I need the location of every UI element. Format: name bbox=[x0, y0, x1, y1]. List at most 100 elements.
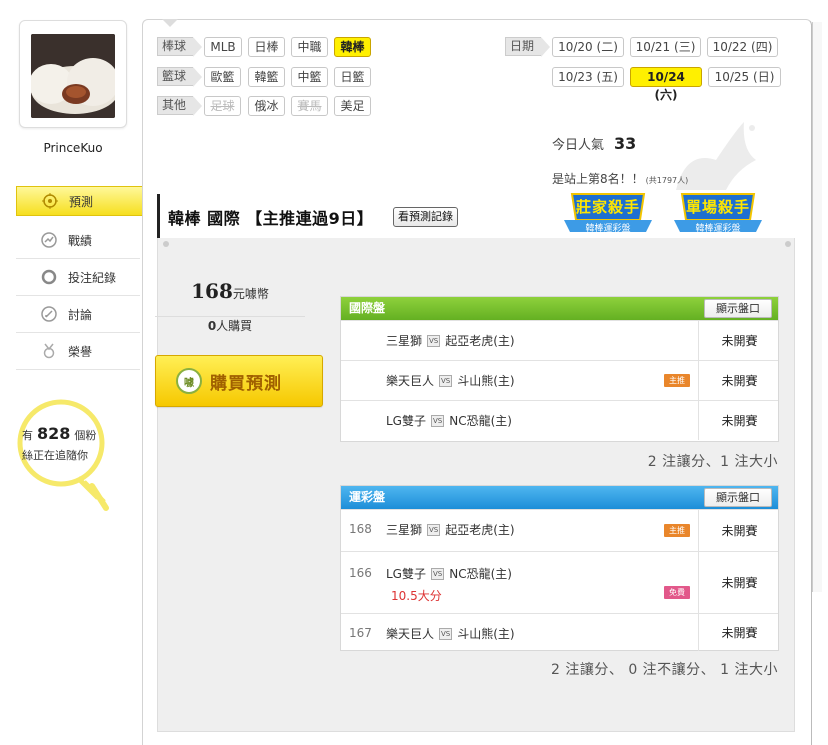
popularity: 今日人氣 33 bbox=[552, 134, 637, 153]
sidebar-item-honor[interactable]: 榮譽 bbox=[16, 333, 140, 370]
league-chip-japan-basketball[interactable]: 日籃 bbox=[334, 67, 371, 87]
vs-icon: VS bbox=[431, 567, 445, 580]
game-number: 166 bbox=[349, 566, 372, 580]
match-status: 未開賽 bbox=[698, 401, 780, 440]
intl-summary: 2 注讓分、1 注大小 bbox=[647, 454, 778, 470]
bun-photo-icon bbox=[31, 34, 115, 118]
frame-notch bbox=[162, 19, 178, 27]
badge-single-killer: 單場殺手 韓棒運彩盤 bbox=[672, 190, 764, 240]
sidebar-item-label: 榮譽 bbox=[68, 344, 93, 359]
date-chip-1023[interactable]: 10/23 (五) bbox=[552, 67, 624, 87]
sidebar-item-bets[interactable]: 投注紀錄 bbox=[16, 259, 140, 296]
followers-text: 絲正在追隨你 bbox=[22, 449, 88, 462]
username[interactable]: PrinceKuo bbox=[19, 141, 127, 155]
table-row: 167 樂天巨人 VS 斗山熊(主) 未開賽 bbox=[341, 613, 778, 651]
game-number: 168 bbox=[349, 522, 372, 536]
sidebar-item-predict[interactable]: 預測 bbox=[16, 186, 156, 216]
match: LG雙子 VS NC恐龍(主) bbox=[386, 414, 512, 428]
coin-icon: 噱 bbox=[176, 368, 202, 394]
table-row: LG雙子 VS NC恐龍(主) 未開賽 bbox=[341, 400, 778, 440]
panel-title: 韓棒 國際 【主推連過9日】 bbox=[168, 209, 374, 228]
match: LG雙子 VS NC恐龍(主) bbox=[386, 567, 512, 581]
table-row: 樂天巨人 VS 斗山熊(主) 主推 未開賽 bbox=[341, 360, 778, 400]
show-odds-button[interactable]: 顯示盤口 bbox=[704, 299, 772, 318]
category-label-basketball: 籃球 bbox=[157, 67, 202, 87]
chat-icon bbox=[41, 306, 57, 322]
badge-sub: 韓棒運彩盤 bbox=[695, 224, 741, 234]
followers-count: 有 828 個粉 bbox=[22, 424, 97, 443]
league-chip-kbo[interactable]: 韓棒 bbox=[334, 37, 371, 57]
date-chip-1022[interactable]: 10/22 (四) bbox=[707, 37, 778, 57]
match: 樂天巨人 VS 斗山熊(主) bbox=[386, 374, 515, 388]
badge-bookie-killer: 莊家殺手 韓棒運彩盤 bbox=[562, 190, 654, 240]
table-row: 166 LG雙子 VS NC恐龍(主) 10.5大分 免費 未開賽 bbox=[341, 551, 778, 613]
sidebar-item-record[interactable]: 戰績 bbox=[16, 222, 140, 259]
panel-corner-dot bbox=[163, 241, 169, 247]
buy-button-label: 購買預測 bbox=[210, 373, 282, 394]
badge-sub: 韓棒運彩盤 bbox=[585, 224, 631, 234]
date-chip-1024[interactable]: 10/24 (六) bbox=[630, 67, 702, 102]
intl-odds-header: 國際盤 顯示盤口 bbox=[341, 297, 778, 320]
category-label-baseball: 棒球 bbox=[157, 37, 202, 57]
match-status: 未開賽 bbox=[698, 552, 780, 613]
date-label: 日期 bbox=[505, 37, 550, 57]
target-icon bbox=[42, 193, 58, 209]
main-pick-tag: 主推 bbox=[664, 524, 690, 537]
pick-note: 10.5大分 bbox=[391, 589, 442, 603]
match-status: 未開賽 bbox=[698, 510, 780, 551]
league-chip-euro-basketball[interactable]: 歐籃 bbox=[204, 67, 241, 87]
match: 樂天巨人 VS 斗山熊(主) bbox=[386, 627, 515, 641]
match-status: 未開賽 bbox=[698, 614, 780, 651]
category-label-other: 其他 bbox=[157, 96, 202, 116]
game-number: 167 bbox=[349, 626, 372, 640]
badge-main: 莊家殺手 bbox=[575, 198, 640, 216]
sport-odds-title: 運彩盤 bbox=[349, 490, 386, 504]
sidebar-item-label: 投注紀錄 bbox=[68, 270, 117, 285]
chart-icon bbox=[41, 232, 57, 248]
table-row: 三星獅 VS 起亞老虎(主) 未開賽 bbox=[341, 320, 778, 360]
sport-odds-box: 運彩盤 顯示盤口 168 三星獅 VS 起亞老虎(主) 主推 未開賽 166 LG雙… bbox=[340, 485, 779, 651]
circle-icon bbox=[41, 269, 57, 285]
vs-icon: VS bbox=[439, 627, 453, 640]
vs-icon: VS bbox=[439, 374, 453, 387]
show-odds-button[interactable]: 顯示盤口 bbox=[704, 488, 772, 507]
sidebar-item-label: 戰績 bbox=[68, 233, 93, 248]
league-chip-nfl[interactable]: 美足 bbox=[334, 96, 371, 116]
badge-main: 單場殺手 bbox=[685, 198, 750, 216]
intl-odds-box: 國際盤 顯示盤口 三星獅 VS 起亞老虎(主) 未開賽 樂天巨人 VS 斗山熊(主) 主… bbox=[340, 296, 779, 442]
match-status: 未開賽 bbox=[698, 361, 780, 400]
vs-icon: VS bbox=[427, 334, 441, 347]
league-chip-china-basketball[interactable]: 中籃 bbox=[291, 67, 328, 87]
side-nav: 預測 戰績 投注紀錄 討論 榮譽 bbox=[16, 186, 156, 370]
date-chip-1020[interactable]: 10/20 (二) bbox=[552, 37, 624, 57]
rank-text: 是站上第8名！！ (共1797人) bbox=[552, 172, 689, 186]
vs-icon: VS bbox=[431, 414, 445, 427]
league-chip-khl[interactable]: 俄冰 bbox=[248, 96, 285, 116]
league-chip-npb[interactable]: 日棒 bbox=[248, 37, 285, 57]
view-record-button[interactable]: 看預測記錄 bbox=[393, 207, 458, 227]
league-chip-horse-racing: 賽馬 bbox=[291, 96, 328, 116]
date-chip-1025[interactable]: 10/25 (日) bbox=[708, 67, 781, 87]
sidebar-item-label: 預測 bbox=[69, 194, 94, 209]
avatar[interactable] bbox=[31, 34, 115, 118]
sidebar-item-label: 討論 bbox=[68, 307, 93, 322]
match-status: 未開賽 bbox=[698, 321, 780, 360]
league-chip-cpbl[interactable]: 中職 bbox=[291, 37, 328, 57]
vs-icon: VS bbox=[427, 523, 441, 536]
sport-odds-header: 運彩盤 顯示盤口 bbox=[341, 486, 778, 509]
intl-odds-title: 國際盤 bbox=[349, 301, 386, 315]
buyers-count: 0人購買 bbox=[155, 316, 305, 334]
main-pick-tag: 主推 bbox=[664, 374, 690, 387]
table-row: 168 三星獅 VS 起亞老虎(主) 主推 未開賽 bbox=[341, 509, 778, 551]
league-chip-soccer: 足球 bbox=[204, 96, 241, 116]
buy-prediction-button[interactable]: 噱 購買預測 bbox=[155, 355, 323, 407]
price: 168元噱幣 bbox=[191, 279, 269, 303]
match: 三星獅 VS 起亞老虎(主) bbox=[386, 334, 515, 348]
sport-summary: 2 注讓分、 0 注不讓分、 1 注大小 bbox=[551, 662, 778, 678]
league-chip-mlb[interactable]: MLB bbox=[204, 37, 242, 57]
sidebar-item-discuss[interactable]: 討論 bbox=[16, 296, 140, 333]
date-chip-1021[interactable]: 10/21 (三) bbox=[630, 37, 701, 57]
panel-corner-dot bbox=[785, 241, 791, 247]
scrollbar[interactable] bbox=[812, 22, 822, 592]
league-chip-korea-basketball[interactable]: 韓籃 bbox=[248, 67, 285, 87]
